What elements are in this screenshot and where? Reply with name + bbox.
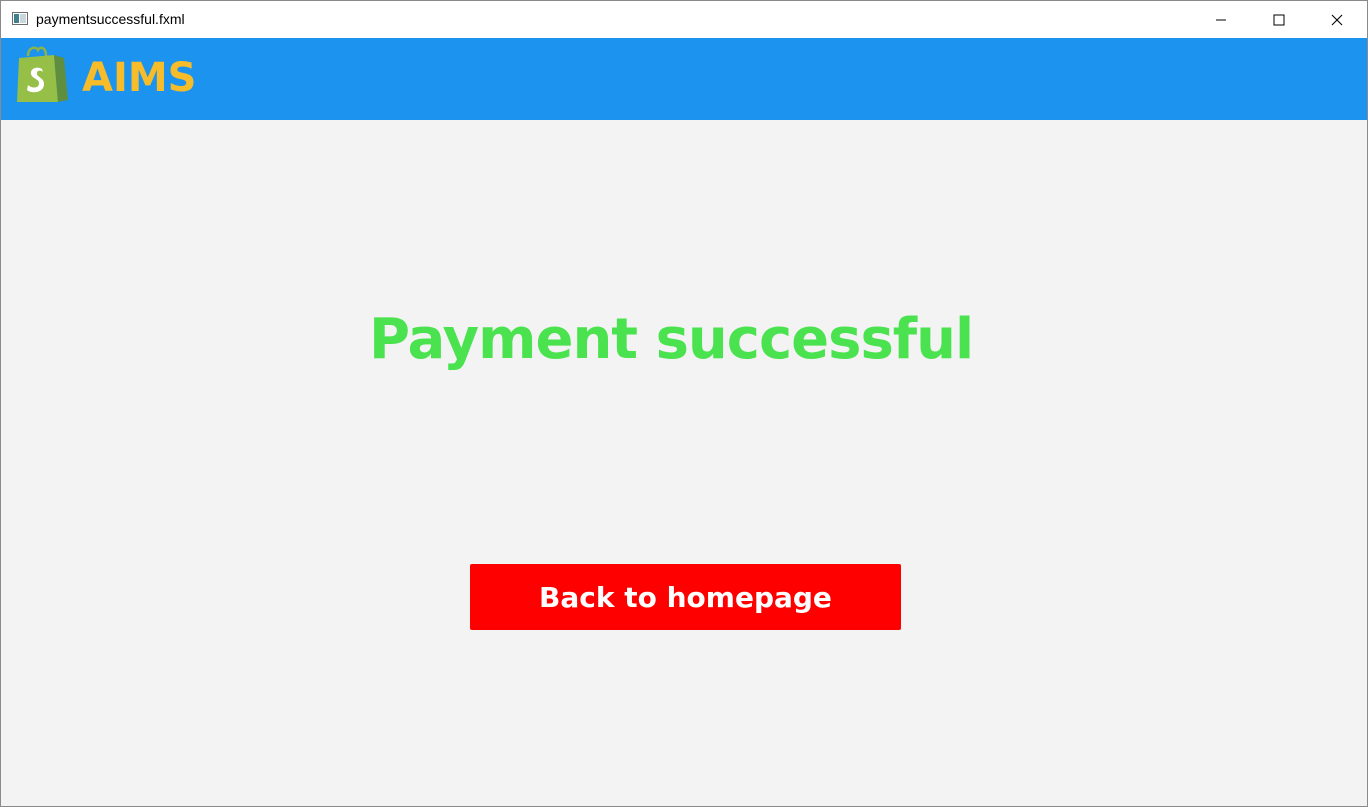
app-header: AIMS	[1, 38, 1367, 120]
close-icon	[1331, 14, 1343, 25]
payment-status-message: Payment successful	[369, 307, 974, 372]
close-button[interactable]	[1308, 1, 1366, 38]
window-app-icon	[12, 12, 28, 25]
app-window: paymentsuccessful.fxml AIMS Payment succ…	[0, 0, 1368, 807]
title-bar: paymentsuccessful.fxml	[1, 1, 1367, 38]
main-content: Payment successful Back to homepage	[1, 120, 1367, 806]
minimize-icon	[1216, 19, 1226, 20]
maximize-icon	[1273, 14, 1285, 25]
back-to-homepage-button[interactable]: Back to homepage	[470, 564, 901, 630]
window-title: paymentsuccessful.fxml	[36, 11, 185, 27]
shopping-bag-logo-icon	[17, 46, 68, 102]
brand-name: AIMS	[82, 55, 197, 101]
minimize-button[interactable]	[1192, 1, 1250, 38]
maximize-button[interactable]	[1250, 1, 1308, 38]
